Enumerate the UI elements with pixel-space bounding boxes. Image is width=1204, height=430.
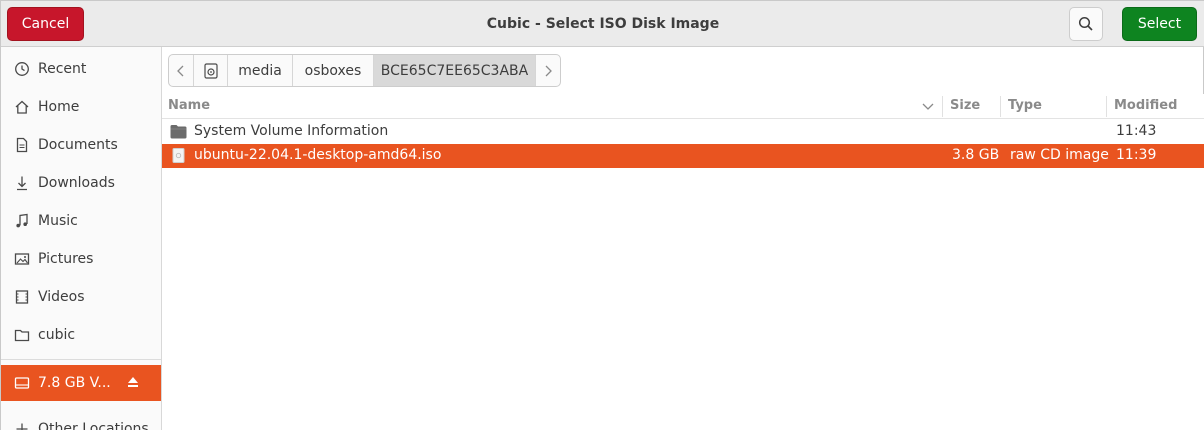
sidebar-item-label: Other Locations xyxy=(38,421,149,430)
download-icon xyxy=(13,174,31,192)
search-button[interactable] xyxy=(1069,7,1103,41)
sidebar-item-label: Home xyxy=(38,99,80,115)
dialog-title: Cubic - Select ISO Disk Image xyxy=(486,16,720,32)
chevron-left-icon xyxy=(177,65,184,76)
column-header-size[interactable]: Size xyxy=(950,98,980,113)
file-type: raw CD image xyxy=(1010,147,1109,163)
folder-icon xyxy=(13,326,31,344)
sidebar-item-other-locations[interactable]: Other Locations xyxy=(1,411,161,430)
drive-icon xyxy=(13,374,31,392)
column-divider xyxy=(1000,96,1001,117)
sidebar-item-downloads[interactable]: Downloads xyxy=(1,165,161,201)
column-header-row: Name Size Type Modified xyxy=(162,94,1204,119)
column-header-name[interactable]: Name xyxy=(168,98,210,113)
home-icon xyxy=(13,98,31,116)
sidebar-item-label: Pictures xyxy=(38,251,94,267)
file-modified: 11:43 xyxy=(1116,123,1157,139)
sidebar-item-label: cubic xyxy=(38,327,76,343)
path-bar: media osboxes BCE65C7EE65C3ABA xyxy=(168,54,561,87)
file-modified: 11:39 xyxy=(1116,147,1157,163)
file-name: System Volume Information xyxy=(194,123,389,139)
plus-icon xyxy=(13,420,31,430)
sidebar-item-label: Recent xyxy=(38,61,87,77)
places-sidebar: Recent Home Documents Downloads Music Pi… xyxy=(1,47,162,430)
sidebar-item-music[interactable]: Music xyxy=(1,203,161,239)
sidebar-item-volume[interactable]: 7.8 GB V... xyxy=(1,365,161,401)
sidebar-item-label: Documents xyxy=(38,137,118,153)
header-bar: Cubic - Select ISO Disk Image Cancel Sel… xyxy=(1,1,1204,47)
eject-icon[interactable] xyxy=(127,375,139,389)
sidebar-item-home[interactable]: Home xyxy=(1,89,161,125)
sidebar-item-pictures[interactable]: Pictures xyxy=(1,241,161,277)
select-button[interactable]: Select xyxy=(1122,7,1197,41)
path-back-button[interactable] xyxy=(169,55,194,86)
path-crumb-current[interactable]: BCE65C7EE65C3ABA xyxy=(374,55,536,86)
sidebar-item-cubic[interactable]: cubic xyxy=(1,317,161,353)
chevron-right-icon xyxy=(545,65,552,76)
sidebar-item-label: 7.8 GB V... xyxy=(38,375,111,391)
video-icon xyxy=(13,288,31,306)
sidebar-item-videos[interactable]: Videos xyxy=(1,279,161,315)
file-row-selected[interactable]: ubuntu-22.04.1-desktop-amd64.iso 3.8 GB … xyxy=(162,144,1204,168)
path-crumb-osboxes[interactable]: osboxes xyxy=(293,55,374,86)
sidebar-item-label: Videos xyxy=(38,289,85,305)
sidebar-item-documents[interactable]: Documents xyxy=(1,127,161,163)
path-forward-button[interactable] xyxy=(536,55,560,86)
file-row[interactable]: System Volume Information 11:43 xyxy=(162,120,1204,144)
cancel-button[interactable]: Cancel xyxy=(7,7,84,41)
search-icon xyxy=(1078,16,1093,31)
file-chooser-dialog: Cubic - Select ISO Disk Image Cancel Sel… xyxy=(0,0,1204,430)
column-header-type[interactable]: Type xyxy=(1008,98,1042,113)
disk-icon xyxy=(203,62,218,79)
music-icon xyxy=(13,212,31,230)
sidebar-item-label: Downloads xyxy=(38,175,115,191)
path-crumb-media[interactable]: media xyxy=(228,55,293,86)
file-list[interactable]: Name Size Type Modified System Volume In… xyxy=(162,94,1204,430)
clock-icon xyxy=(13,60,31,78)
picture-icon xyxy=(13,250,31,268)
folder-icon xyxy=(170,125,187,139)
file-name: ubuntu-22.04.1-desktop-amd64.iso xyxy=(194,147,442,163)
document-icon xyxy=(13,136,31,154)
sidebar-item-label: Music xyxy=(38,213,78,229)
file-icon xyxy=(172,148,185,163)
column-header-modified[interactable]: Modified xyxy=(1114,98,1177,113)
column-divider xyxy=(942,96,943,117)
sort-down-icon xyxy=(922,103,934,110)
sidebar-divider xyxy=(1,359,161,360)
sidebar-item-recent[interactable]: Recent xyxy=(1,51,161,87)
file-size: 3.8 GB xyxy=(952,147,1000,163)
column-divider xyxy=(1106,96,1107,117)
path-root-button[interactable] xyxy=(194,55,228,86)
